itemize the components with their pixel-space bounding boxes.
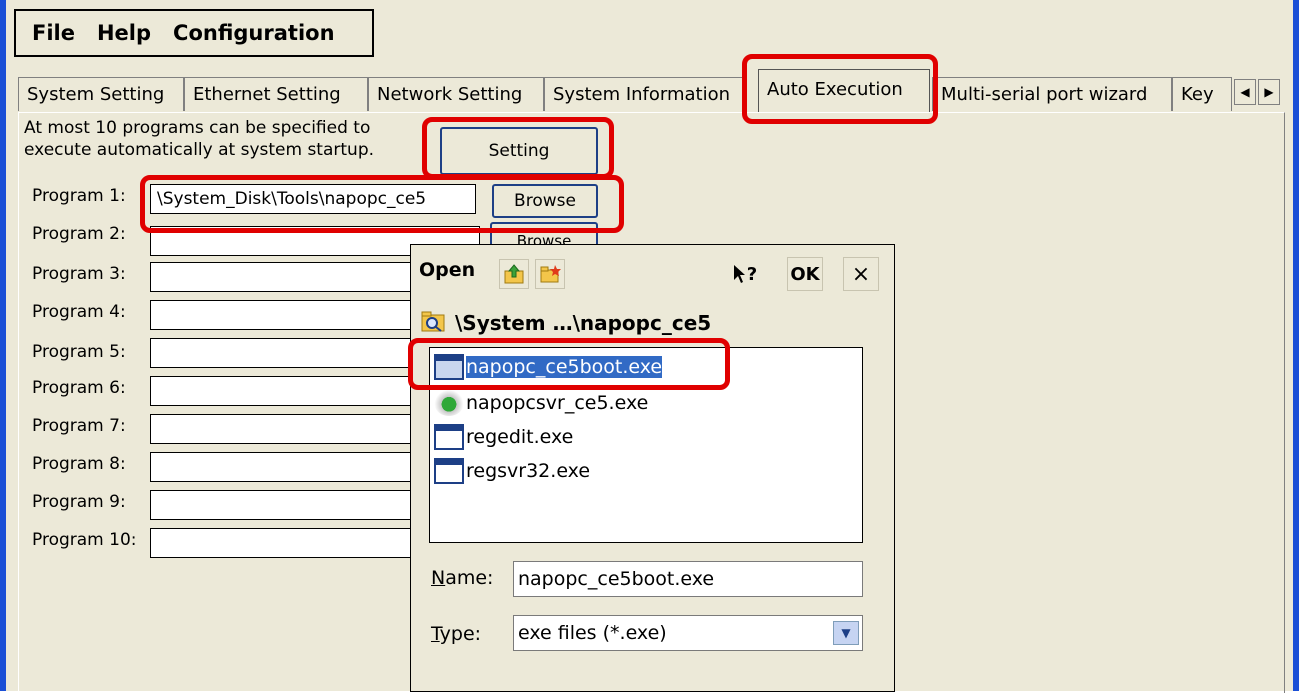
- program-8-field[interactable]: [150, 452, 412, 482]
- file-item-napopcsvr-ce5[interactable]: napopcsvr_ce5.exe: [434, 388, 648, 418]
- setting-button[interactable]: Setting: [440, 127, 598, 175]
- program-6-label: Program 6:: [32, 378, 126, 398]
- file-name-input[interactable]: napopc_ce5boot.exe: [513, 561, 863, 597]
- file-item-regedit[interactable]: regedit.exe: [434, 422, 573, 452]
- file-item-regsvr32[interactable]: regsvr32.exe: [434, 456, 590, 486]
- new-folder-icon[interactable]: [535, 259, 565, 289]
- intro-line-2: execute automatically at system startup.: [24, 140, 375, 160]
- name-label: Name:: [431, 567, 493, 589]
- name-label-accel: N: [431, 567, 446, 589]
- folder-search-icon: [421, 309, 447, 337]
- program-1-field[interactable]: \System_Disk\Tools\napopc_ce5: [150, 184, 476, 214]
- dialog-ok-button[interactable]: OK: [787, 257, 823, 291]
- file-item-napopc-ce5boot[interactable]: napopc_ce5boot.exe: [434, 352, 663, 382]
- help-pointer-button[interactable]: ?: [727, 257, 763, 291]
- window-border-right: [1293, 0, 1299, 691]
- program-3-label: Program 3:: [32, 264, 126, 284]
- current-path: \System …\napopc_ce5: [455, 311, 712, 335]
- tab-scroll-left-icon[interactable]: ◀: [1234, 79, 1256, 105]
- program-7-field[interactable]: [150, 414, 412, 444]
- program-2-label: Program 2:: [32, 224, 126, 244]
- open-file-dialog: Open ? OK × \System …\napopc_ce5 napopc_…: [410, 244, 895, 692]
- type-label-accel: T: [431, 623, 440, 645]
- program-5-field[interactable]: [150, 338, 412, 368]
- program-9-label: Program 9:: [32, 492, 126, 512]
- file-name: regsvr32.exe: [466, 460, 591, 482]
- exe-window-icon: [434, 354, 464, 380]
- dialog-close-button[interactable]: ×: [843, 257, 879, 291]
- menu-file[interactable]: File: [32, 21, 75, 45]
- menu-help[interactable]: Help: [97, 21, 151, 45]
- program-1-browse-button[interactable]: Browse: [492, 184, 598, 218]
- program-7-label: Program 7:: [32, 416, 126, 436]
- program-6-field[interactable]: [150, 376, 412, 406]
- file-type-select[interactable]: exe files (*.exe) ▼: [513, 615, 863, 651]
- tab-strip: System Setting Ethernet Setting Network …: [18, 69, 1283, 113]
- exe-window-icon: [434, 458, 464, 484]
- help-pointer-label: ?: [746, 263, 758, 285]
- type-label-rest: ype:: [439, 623, 482, 645]
- intro-text: At most 10 programs can be specified to …: [24, 117, 374, 161]
- tab-multi-serial-port-wizard[interactable]: Multi-serial port wizard: [932, 77, 1172, 111]
- dialog-title: Open: [419, 259, 476, 281]
- chevron-down-icon[interactable]: ▼: [833, 621, 859, 645]
- tab-ethernet-setting[interactable]: Ethernet Setting: [184, 77, 368, 111]
- file-name: napopc_ce5boot.exe: [466, 356, 663, 378]
- type-label: Type:: [431, 623, 481, 645]
- main-window: File Help Configuration System Setting E…: [0, 0, 1299, 693]
- program-5-label: Program 5:: [32, 342, 126, 362]
- program-9-field[interactable]: [150, 490, 412, 520]
- program-10-label: Program 10:: [32, 530, 137, 550]
- menu-bar: File Help Configuration: [14, 9, 374, 57]
- exe-window-icon: [434, 424, 464, 450]
- program-4-label: Program 4:: [32, 302, 126, 322]
- program-10-field[interactable]: [150, 528, 412, 558]
- file-list: napopc_ce5boot.exe napopcsvr_ce5.exe reg…: [429, 347, 863, 543]
- service-gear-icon: [434, 390, 464, 416]
- tab-key[interactable]: Key: [1172, 77, 1232, 111]
- up-folder-icon[interactable]: [499, 259, 529, 289]
- tab-system-information[interactable]: System Information: [544, 77, 744, 111]
- name-label-rest: ame:: [445, 567, 494, 589]
- file-name: napopcsvr_ce5.exe: [466, 392, 649, 414]
- program-1-label: Program 1:: [32, 186, 126, 206]
- file-type-value: exe files (*.exe): [518, 622, 667, 644]
- path-row: \System …\napopc_ce5: [421, 309, 711, 337]
- tab-auto-execution[interactable]: Auto Execution: [758, 69, 930, 113]
- file-name: regedit.exe: [466, 426, 574, 448]
- menu-configuration[interactable]: Configuration: [173, 21, 334, 45]
- program-3-field[interactable]: [150, 262, 412, 292]
- intro-line-1: At most 10 programs can be specified to: [24, 118, 371, 138]
- tab-network-setting[interactable]: Network Setting: [368, 77, 544, 111]
- program-4-field[interactable]: [150, 300, 412, 330]
- window-border-left: [0, 0, 6, 691]
- program-8-label: Program 8:: [32, 454, 126, 474]
- tab-scroll-right-icon[interactable]: ▶: [1258, 79, 1280, 105]
- tab-system-setting[interactable]: System Setting: [18, 77, 184, 111]
